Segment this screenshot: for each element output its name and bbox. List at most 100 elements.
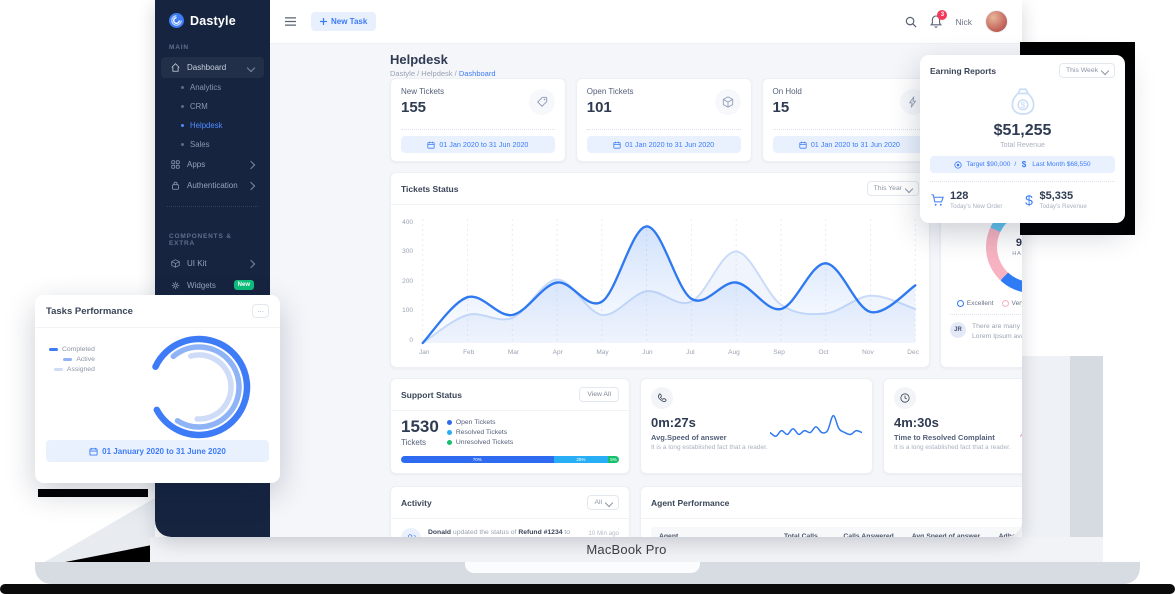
money-bag-icon: $ bbox=[920, 85, 1125, 119]
calendar-icon bbox=[799, 141, 807, 149]
user-update-icon bbox=[401, 528, 421, 537]
tickets-filter-select[interactable]: This Year bbox=[867, 181, 919, 196]
topbar: New Task 3 Nick bbox=[270, 0, 1022, 44]
satisfaction-note: JR There are many variations of passages… bbox=[950, 314, 1022, 342]
activity-filter-select[interactable]: All bbox=[587, 495, 619, 510]
avg-speed-card: 0m:27s Avg.Speed of answer It is a long … bbox=[640, 378, 873, 474]
home-icon bbox=[171, 63, 180, 72]
sidebar-item-dashboard[interactable]: Dashboard bbox=[161, 57, 264, 78]
revenue-value: $5,335 bbox=[1040, 190, 1087, 202]
todays-revenue-stat: $ $5,335 Today's Revenue bbox=[1023, 190, 1116, 210]
dollar-icon: $ bbox=[1023, 192, 1035, 208]
sidebar-item-authentication[interactable]: Authentication bbox=[161, 175, 264, 196]
legend-label: Assigned bbox=[67, 366, 95, 373]
bullet-icon bbox=[181, 143, 184, 146]
sidebar-item-ui-kit[interactable]: UI Kit bbox=[161, 253, 264, 274]
legend-item[interactable]: Excellent bbox=[957, 300, 994, 307]
sidebar-item-sales[interactable]: Sales bbox=[155, 135, 270, 154]
target-chip: Target $90,000 / $ Last Month $68,550 bbox=[930, 156, 1115, 173]
sidebar-item-label: Apps bbox=[187, 160, 205, 169]
chevron-right-icon bbox=[247, 259, 255, 267]
sidebar-item-analytics[interactable]: Analytics bbox=[155, 78, 270, 97]
sidebar-item-label: Sales bbox=[190, 140, 210, 149]
support-legend: Open TicketsResolved TicketsUnresolved T… bbox=[447, 419, 513, 446]
card-title: Tasks Performance bbox=[46, 306, 133, 317]
legend-dot-icon bbox=[1002, 300, 1009, 307]
sidebar-item-apps[interactable]: Apps bbox=[161, 154, 264, 175]
column-header-agent[interactable]: Agent bbox=[659, 533, 769, 537]
svg-text:$: $ bbox=[1020, 100, 1025, 110]
y-tick: 400 bbox=[402, 219, 413, 226]
sidebar-section-main: MAIN bbox=[155, 28, 270, 57]
select-value: This Week bbox=[1066, 67, 1098, 74]
notifications-button[interactable]: 3 bbox=[930, 15, 942, 28]
sidebar-item-widgets[interactable]: Widgets New bbox=[161, 274, 264, 296]
total-revenue-label: Total Revenue bbox=[920, 142, 1125, 149]
x-tick: Oct bbox=[818, 349, 828, 356]
date-range-chip[interactable]: 01 Jan 2020 to 31 Jun 2020 bbox=[587, 136, 741, 153]
x-tick: Sep bbox=[773, 349, 785, 356]
sidebar-item-crm[interactable]: CRM bbox=[155, 97, 270, 116]
menu-icon[interactable] bbox=[284, 16, 297, 27]
activity-time: 10 Min ago bbox=[588, 528, 619, 537]
plus-icon bbox=[320, 18, 327, 25]
metric-value: 4m:30s bbox=[894, 415, 1022, 430]
laptop-right-edge bbox=[1070, 356, 1103, 537]
svg-text:$: $ bbox=[1022, 160, 1027, 169]
agent-table-header: Agent Total Calls Calls Answered Avg.Spe… bbox=[651, 527, 1022, 537]
sidebar-item-helpdesk[interactable]: Helpdesk bbox=[155, 116, 270, 135]
legend-dash-icon bbox=[49, 348, 58, 351]
select-value: This Year bbox=[874, 185, 902, 192]
column-header-adherence[interactable]: Adherence % bbox=[988, 533, 1022, 537]
legend-item[interactable]: Very Good bbox=[1002, 300, 1022, 307]
stat-card-on-hold: On Hold 15 01 Jan 2020 to 31 Jun 2020 bbox=[762, 78, 938, 162]
select-value: All bbox=[594, 499, 602, 506]
laptop-right-side bbox=[1022, 356, 1070, 537]
breadcrumb-root[interactable]: Dastyle bbox=[390, 69, 415, 78]
avatar[interactable] bbox=[985, 10, 1008, 33]
laptop-notch bbox=[465, 562, 700, 573]
tasks-performance-card: Tasks Performance ... CompletedActiveAss… bbox=[35, 295, 280, 483]
metric-label: Time to Resolved Complaint bbox=[894, 433, 1022, 442]
card-title: Agent Performance bbox=[651, 498, 729, 508]
x-tick: May bbox=[596, 349, 608, 356]
target-label: Target $90,000 bbox=[966, 161, 1010, 168]
logo[interactable]: Dastyle bbox=[155, 0, 270, 28]
new-task-label: New Task bbox=[331, 17, 367, 26]
calendar-icon bbox=[427, 141, 435, 149]
support-status-card: Support Status View All 1530 Tickets Ope… bbox=[390, 378, 630, 474]
search-icon[interactable] bbox=[905, 16, 917, 28]
laptop-screen: Dastyle MAIN Dashboard Analytics CRM Hel… bbox=[155, 0, 1022, 537]
laptop-hinge: MacBook Pro bbox=[150, 537, 1103, 562]
column-header-total-calls[interactable]: Total Calls bbox=[769, 533, 834, 537]
page-title: Helpdesk bbox=[390, 52, 448, 67]
chevron-right-icon bbox=[247, 160, 255, 168]
lock-icon bbox=[171, 181, 180, 190]
column-header-calls-answered[interactable]: Calls Answered bbox=[833, 533, 904, 537]
activity-item[interactable]: Donald updated the status of Refund #123… bbox=[391, 519, 629, 537]
x-tick: Jul bbox=[686, 349, 694, 356]
x-tick: Apr bbox=[553, 349, 563, 356]
new-task-button[interactable]: New Task bbox=[311, 12, 376, 31]
activity-card: Activity All Donald updated the status o… bbox=[390, 486, 630, 537]
more-menu-button[interactable]: ... bbox=[252, 304, 269, 318]
legend-label: Very Good bbox=[1012, 300, 1022, 307]
tag-icon bbox=[529, 89, 555, 115]
y-axis-labels: 0100200300400 bbox=[397, 207, 415, 345]
box-icon bbox=[171, 259, 180, 268]
separator: / bbox=[1014, 161, 1016, 168]
breadcrumb-mid[interactable]: Helpdesk bbox=[421, 69, 452, 78]
legend-label: Completed bbox=[62, 346, 95, 353]
earning-filter-select[interactable]: This Week bbox=[1059, 63, 1115, 78]
legend-dash-icon bbox=[63, 358, 72, 361]
date-range-chip[interactable]: 01 Jan 2020 to 31 Jun 2020 bbox=[401, 136, 555, 153]
support-total: 1530 bbox=[401, 418, 439, 435]
date-range-chip[interactable]: 01 Jan 2020 to 31 Jun 2020 bbox=[773, 136, 927, 153]
breadcrumb-current[interactable]: Dashboard bbox=[459, 69, 496, 78]
metric-subtext: It is a long established fact that a rea… bbox=[651, 444, 862, 451]
column-header-avg-speed[interactable]: Avg.Speed of answer bbox=[904, 533, 988, 537]
view-all-button[interactable]: View All bbox=[579, 387, 619, 402]
legend-item: Assigned bbox=[54, 366, 95, 373]
legend-label: Unresolved Tickets bbox=[456, 439, 513, 446]
target-icon bbox=[954, 161, 962, 169]
